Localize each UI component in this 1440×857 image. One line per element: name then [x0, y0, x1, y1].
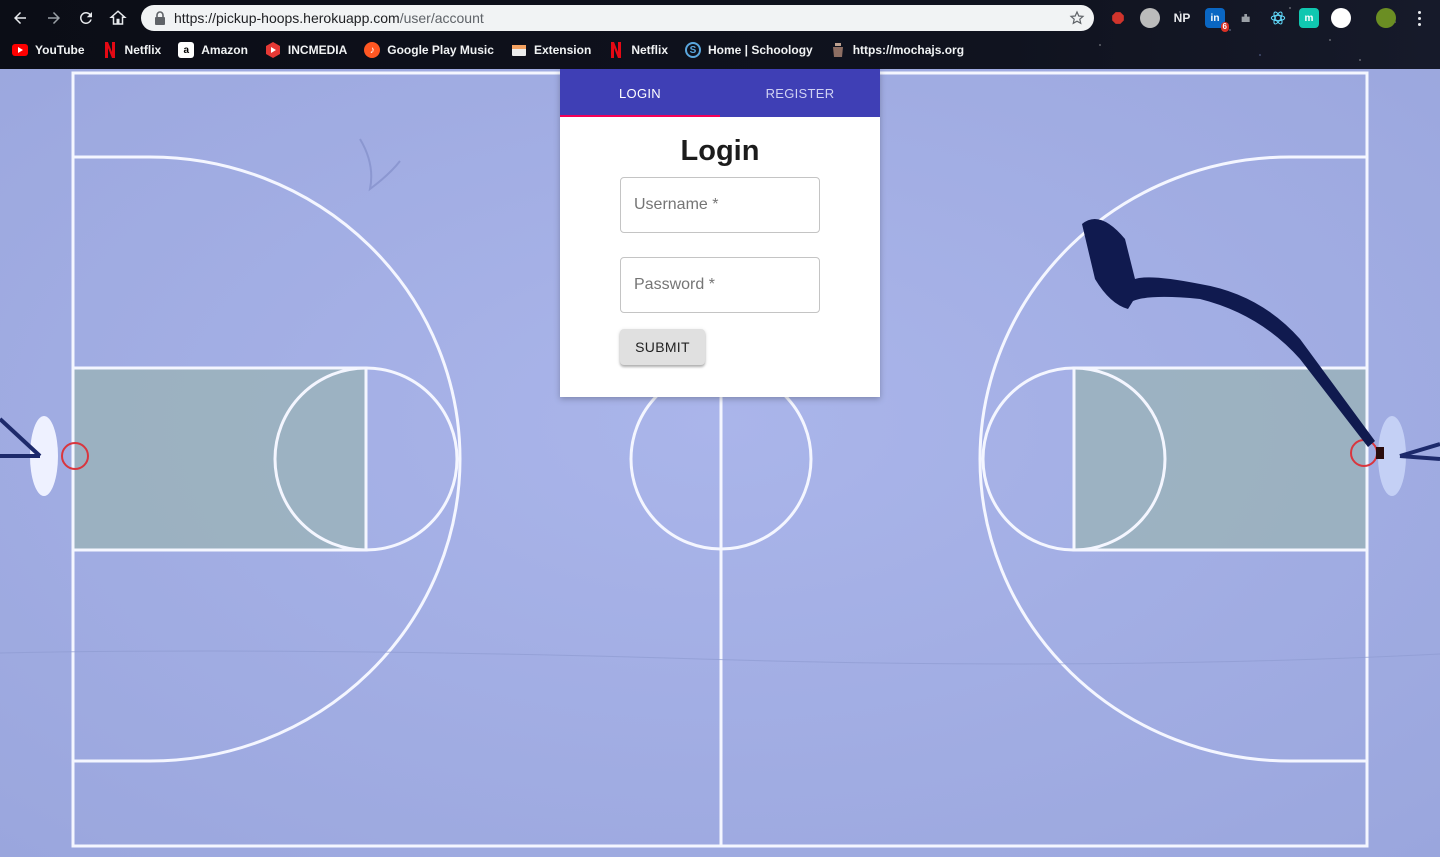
extension-label: m [1304, 12, 1314, 24]
home-icon [109, 10, 127, 25]
bookmark-item[interactable]: YouTube [12, 42, 85, 58]
auth-tabs: LOGIN REGISTER [560, 69, 880, 117]
profile-avatar-icon[interactable] [1376, 8, 1396, 28]
lock-icon [153, 11, 167, 25]
netflix-icon [608, 42, 624, 58]
login-card: LOGIN REGISTER Login SUBMIT [560, 69, 880, 397]
bookmark-label: INCMEDIA [287, 43, 348, 57]
bookmark-label: https://mochajs.org [852, 43, 965, 57]
white-circle-ext-icon[interactable] [1331, 8, 1351, 28]
back-arrow-icon [14, 12, 26, 24]
bookmark-item[interactable]: Extension [511, 42, 591, 58]
adblock-icon[interactable] [1108, 8, 1128, 28]
active-tab-indicator [560, 115, 720, 117]
bookmark-label: Netflix [631, 43, 668, 57]
m-ext-icon[interactable]: m [1299, 8, 1319, 28]
bookmark-item[interactable]: ♪ Google Play Music [364, 42, 494, 58]
reload-button[interactable] [74, 6, 98, 30]
forward-arrow-icon [48, 12, 60, 24]
youtube-icon [12, 42, 28, 58]
bookmark-label: Amazon [201, 43, 248, 57]
browser-toolbar: https://pickup-hoops.herokuapp.com/user/… [0, 0, 1440, 36]
react-devtools-icon[interactable] [1268, 8, 1288, 28]
extension-label: NP [1173, 11, 1191, 25]
notification-badge: 6 [1220, 22, 1229, 32]
page-title: Login [680, 135, 760, 167]
bookmark-label: Google Play Music [387, 43, 494, 57]
google-play-music-icon: ♪ [364, 42, 381, 58]
password-field[interactable] [620, 257, 820, 313]
tab-register[interactable]: REGISTER [720, 69, 880, 117]
bookmark-item[interactable]: https://mochajs.org [830, 42, 964, 58]
forward-button[interactable] [42, 6, 66, 30]
address-bar[interactable]: https://pickup-hoops.herokuapp.com/user/… [141, 5, 1094, 31]
back-button[interactable] [8, 6, 32, 30]
puzzle-ext-icon[interactable] [1237, 8, 1257, 28]
circle-ext-icon[interactable] [1140, 8, 1160, 28]
submit-button[interactable]: SUBMIT [620, 329, 705, 365]
browser-chrome: https://pickup-hoops.herokuapp.com/user/… [0, 0, 1440, 69]
bookmark-star-icon[interactable] [1068, 9, 1086, 27]
url-path: /user/account [399, 10, 484, 26]
extension-icon [511, 42, 527, 58]
bookmarks-bar: YouTube Netflix a Amazon INCMEDIA ♪ Google Pla… [0, 37, 1440, 63]
url-text: https://pickup-hoops.herokuapp.com/user/… [174, 10, 484, 26]
bookmark-label: YouTube [35, 43, 85, 57]
netflix-icon [102, 42, 118, 58]
bookmark-item[interactable]: Netflix [102, 42, 162, 58]
bookmark-item[interactable]: Netflix [608, 42, 668, 58]
linkedin-icon[interactable]: in 6 [1205, 8, 1229, 32]
bookmark-label: Netflix [124, 43, 162, 57]
username-input[interactable] [634, 178, 819, 232]
url-host: https://pickup-hoops.herokuapp.com [174, 10, 400, 26]
bookmark-label: Extension [533, 43, 592, 57]
browser-menu-icon[interactable] [1410, 6, 1428, 30]
bookmark-item[interactable]: S Home | Schoology [685, 42, 813, 58]
extension-label: in [1210, 12, 1220, 24]
mocha-icon [830, 42, 846, 58]
password-input[interactable] [634, 258, 819, 312]
np-icon[interactable]: NP [1172, 8, 1192, 28]
bookmark-item[interactable]: a Amazon [178, 42, 248, 58]
bookmark-item[interactable]: INCMEDIA [265, 42, 347, 58]
amazon-icon: a [178, 42, 195, 58]
page-background: LOGIN REGISTER Login SUBMIT [0, 69, 1440, 857]
incmedia-icon [265, 42, 281, 58]
bookmark-label: Home | Schoology [708, 43, 813, 57]
schoology-icon: S [685, 42, 701, 58]
reload-icon [79, 11, 92, 24]
tab-login[interactable]: LOGIN [560, 69, 720, 117]
home-button[interactable] [106, 6, 130, 30]
username-field[interactable] [620, 177, 820, 233]
